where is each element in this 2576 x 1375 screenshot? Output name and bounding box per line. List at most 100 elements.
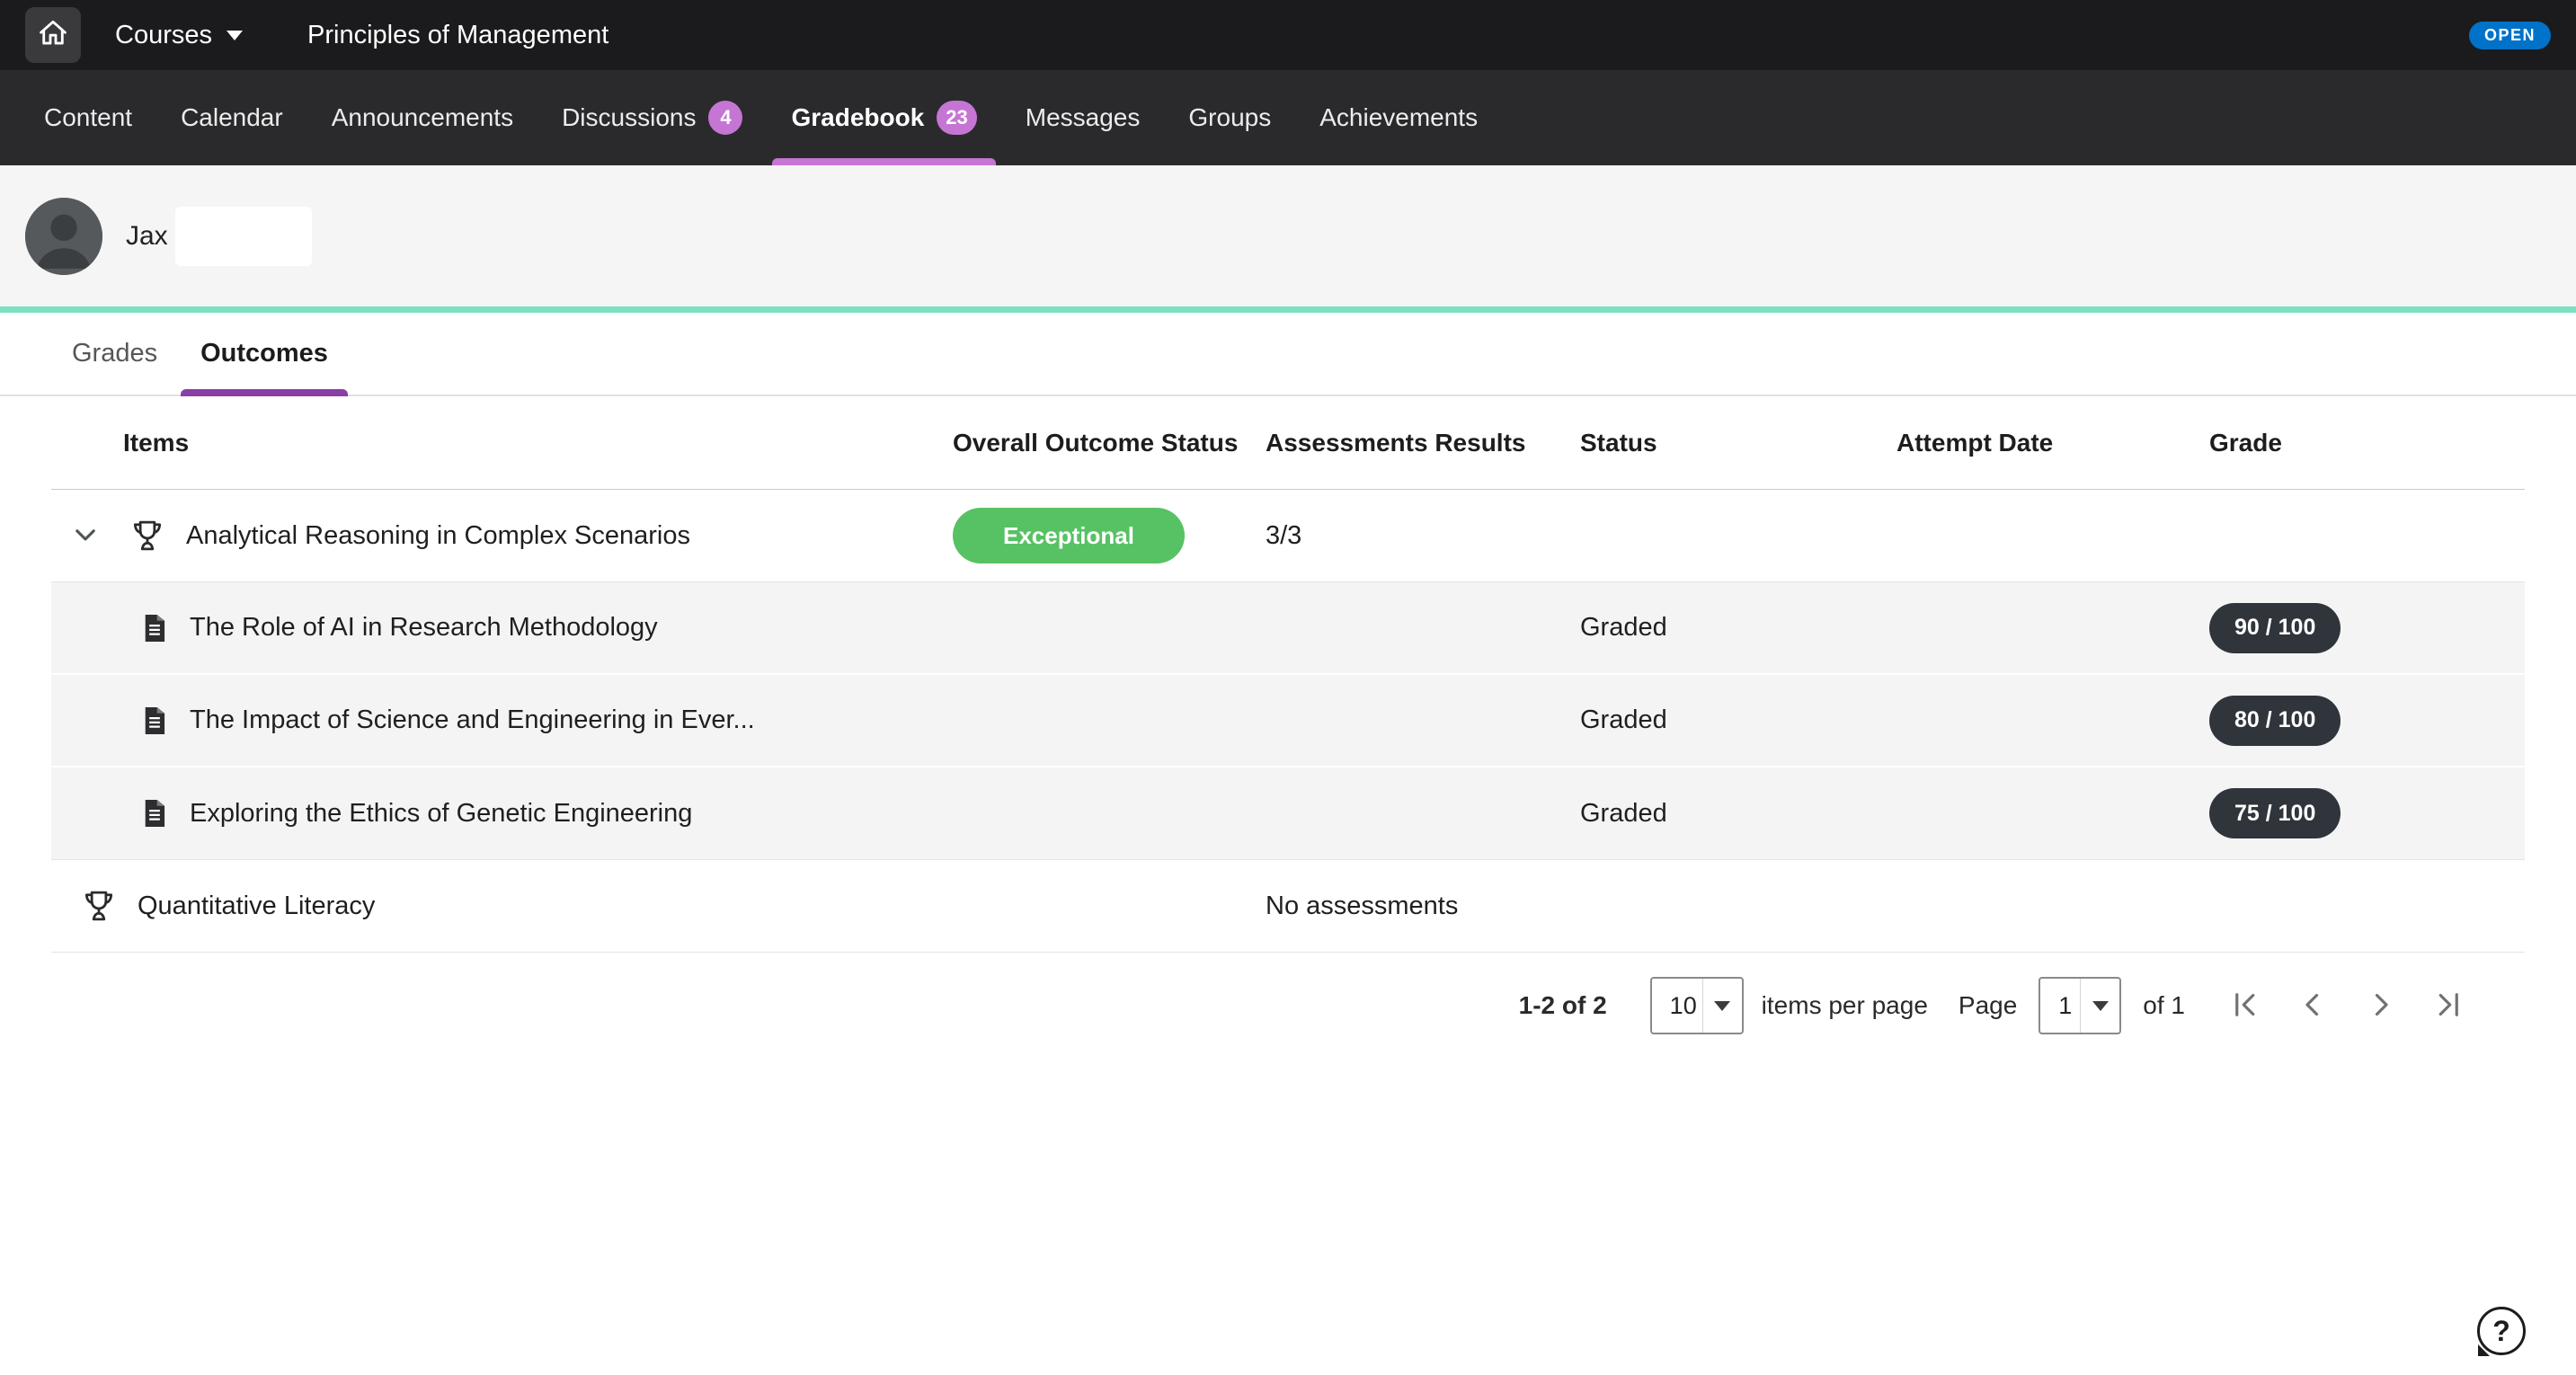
outcome-trophy-icon — [80, 887, 118, 925]
top-bar: Courses Principles of Management OPEN — [0, 0, 2576, 70]
column-header-grade: Grade — [2209, 429, 2525, 457]
table-header-row: Items Overall Outcome Status Assessments… — [51, 396, 2525, 490]
page-number-value: 1 — [2040, 979, 2080, 1033]
nav-item-label: Gradebook — [791, 103, 924, 132]
assessment-title: Exploring the Ethics of Genetic Engineer… — [190, 799, 692, 829]
assessment-row: The Impact of Science and Engineering in… — [51, 675, 2525, 767]
grade-badge: 75 / 100 — [2209, 788, 2341, 838]
outcome-title: Analytical Reasoning in Complex Scenario… — [186, 521, 690, 551]
nav-item-gradebook[interactable]: Gradebook 23 — [767, 70, 1000, 165]
document-icon — [138, 796, 172, 830]
first-page-button[interactable] — [2225, 986, 2264, 1025]
chevron-down-icon — [70, 519, 101, 553]
assessments-results-cell: 3/3 — [1266, 521, 1580, 551]
column-header-overall-outcome-status: Overall Outcome Status — [953, 429, 1266, 457]
first-page-icon — [2228, 989, 2261, 1024]
nav-item-label: Groups — [1188, 103, 1271, 132]
outcome-items-cell: Quantitative Literacy — [51, 887, 953, 925]
courses-dropdown-label: Courses — [115, 21, 212, 50]
assessment-title: The Role of AI in Research Methodology — [190, 613, 658, 643]
document-icon — [138, 611, 172, 645]
learner-header: Jax — [0, 165, 2576, 306]
outcome-items-cell: Analytical Reasoning in Complex Scenario… — [51, 516, 953, 555]
nav-item-discussions[interactable]: Discussions 4 — [537, 70, 767, 165]
course-navbar: Content Calendar Announcements Discussio… — [0, 70, 2576, 165]
page-label: Page — [1959, 991, 2017, 1020]
assessment-items-cell: The Impact of Science and Engineering in… — [51, 704, 953, 738]
status-cell: Graded — [1580, 613, 1896, 643]
open-status-badge: OPEN — [2469, 22, 2551, 49]
grade-cell: 75 / 100 — [2209, 788, 2525, 838]
learner-name: Jax — [126, 221, 168, 252]
redacted-name-block — [175, 207, 312, 266]
nav-item-content[interactable]: Content — [20, 70, 156, 165]
outcome-group-row: Quantitative Literacy No assessments — [51, 860, 2525, 953]
column-header-items: Items — [51, 429, 953, 457]
assessment-row: Exploring the Ethics of Genetic Engineer… — [51, 767, 2525, 860]
chevron-left-icon — [2296, 989, 2329, 1024]
overall-status-cell: Exceptional — [953, 508, 1266, 563]
assessment-row: The Role of AI in Research Methodology G… — [51, 582, 2525, 675]
last-page-button[interactable] — [2429, 986, 2469, 1025]
next-page-button[interactable] — [2361, 986, 2401, 1025]
accent-divider — [0, 306, 2576, 313]
grade-badge: 80 / 100 — [2209, 696, 2341, 746]
nav-item-label: Achievements — [1319, 103, 1478, 132]
nav-item-label: Content — [44, 103, 132, 132]
items-per-page-select[interactable]: 10 — [1650, 977, 1744, 1034]
nav-item-achievements[interactable]: Achievements — [1295, 70, 1502, 165]
nav-item-announcements[interactable]: Announcements — [307, 70, 537, 165]
chevron-down-icon — [227, 31, 243, 40]
home-button[interactable] — [25, 7, 81, 63]
column-header-status: Status — [1580, 429, 1896, 457]
assessment-items-cell: The Role of AI in Research Methodology — [51, 611, 953, 645]
gradebook-tabs: Grades Outcomes — [0, 313, 2576, 396]
courses-dropdown[interactable]: Courses — [115, 21, 243, 50]
grade-cell: 90 / 100 — [2209, 603, 2525, 653]
nav-item-calendar[interactable]: Calendar — [156, 70, 307, 165]
status-cell: Graded — [1580, 799, 1896, 829]
outcome-trophy-icon — [129, 517, 166, 554]
help-icon: ? — [2492, 1315, 2510, 1348]
avatar — [25, 198, 102, 275]
assessment-items-cell: Exploring the Ethics of Genetic Engineer… — [51, 796, 953, 830]
nav-item-messages[interactable]: Messages — [1001, 70, 1165, 165]
nav-item-label: Calendar — [181, 103, 283, 132]
nav-item-label: Announcements — [332, 103, 513, 132]
chevron-down-icon — [2080, 979, 2119, 1033]
status-cell: Graded — [1580, 705, 1896, 735]
home-icon — [36, 16, 70, 55]
tab-label: Grades — [72, 339, 157, 368]
discussions-count-badge: 4 — [708, 101, 742, 135]
document-icon — [138, 704, 172, 738]
previous-page-button[interactable] — [2293, 986, 2332, 1025]
collapse-outcome-button[interactable] — [66, 516, 105, 555]
nav-item-label: Discussions — [562, 103, 696, 132]
column-header-attempt-date: Attempt Date — [1896, 429, 2209, 457]
outcome-status-badge: Exceptional — [953, 508, 1185, 563]
tab-grades[interactable]: Grades — [72, 313, 157, 395]
assessments-results-cell: No assessments — [1266, 892, 1580, 921]
outcome-title: Quantitative Literacy — [138, 892, 375, 921]
page-number-select[interactable]: 1 — [2039, 977, 2121, 1034]
last-page-icon — [2433, 989, 2465, 1024]
chevron-down-icon — [1702, 979, 1742, 1033]
chevron-right-icon — [2365, 989, 2397, 1024]
gradebook-count-badge: 23 — [937, 101, 976, 135]
nav-item-groups[interactable]: Groups — [1164, 70, 1295, 165]
course-title: Principles of Management — [307, 21, 608, 50]
page-count-label: of 1 — [2143, 991, 2185, 1020]
grade-cell: 80 / 100 — [2209, 696, 2525, 746]
outcome-group-row: Analytical Reasoning in Complex Scenario… — [51, 490, 2525, 582]
pagination-bar: 1-2 of 2 10 items per page Page 1 of 1 — [51, 953, 2525, 1059]
tab-label: Outcomes — [200, 339, 328, 368]
items-per-page-label: items per page — [1762, 991, 1928, 1020]
items-per-page-value: 10 — [1652, 979, 1702, 1033]
grade-badge: 90 / 100 — [2209, 603, 2341, 653]
assessment-title: The Impact of Science and Engineering in… — [190, 705, 755, 735]
outcomes-table: Items Overall Outcome Status Assessments… — [51, 396, 2525, 1059]
pagination-range: 1-2 of 2 — [1519, 991, 1607, 1020]
column-header-assessments-results: Assessments Results — [1266, 429, 1580, 457]
help-button[interactable]: ? — [2477, 1307, 2526, 1355]
tab-outcomes[interactable]: Outcomes — [200, 313, 328, 395]
